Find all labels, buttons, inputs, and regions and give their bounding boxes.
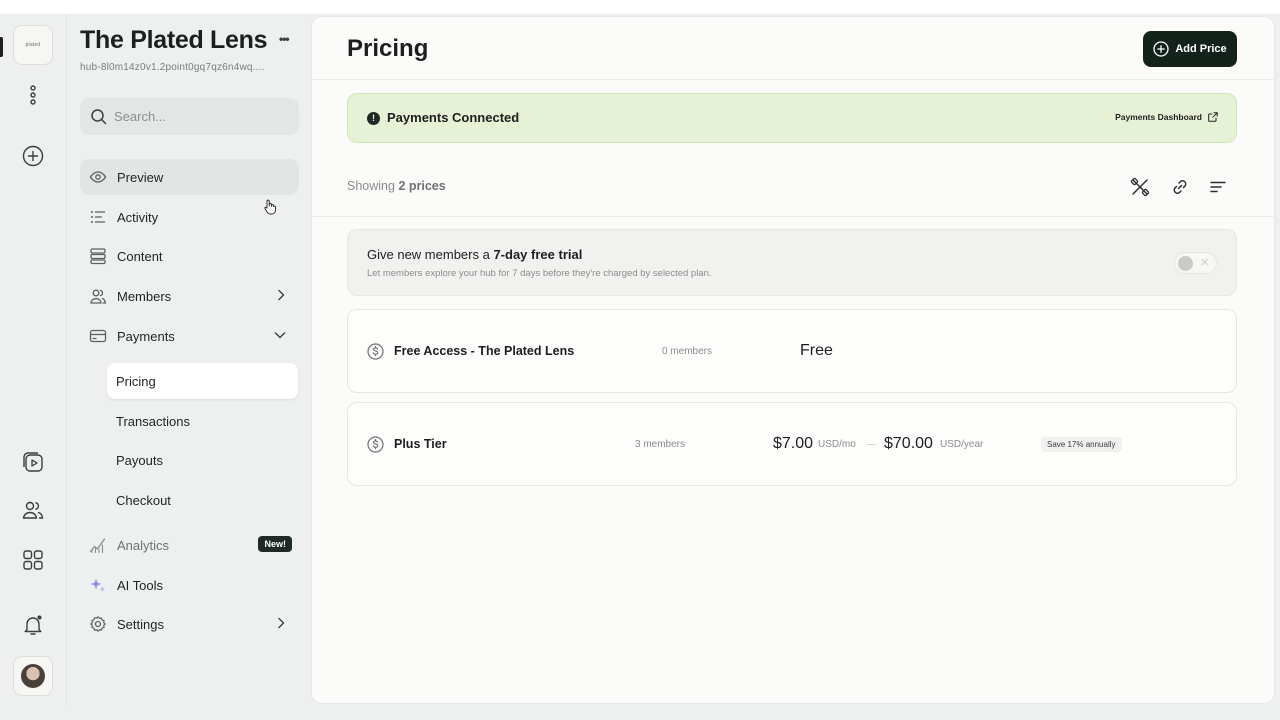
showing-prefix: Showing [347,179,395,193]
showing-count: 2 prices [398,179,446,193]
sparkle-icon [89,576,107,594]
nav-analytics-label: Analytics [117,537,170,553]
user-avatar[interactable] [13,656,53,696]
monthly-amount: $7.00 [773,435,814,452]
nav-ai-tools[interactable]: AI Tools [80,567,299,603]
avatar-image [21,664,45,688]
content-stack-icon [89,247,107,265]
add-price-label: Add Price [1175,43,1227,55]
yearly-amount: $70.00 [884,435,933,452]
window-top-strip [0,0,1280,14]
external-link-icon [1208,112,1218,122]
icon-rail: plated [0,14,67,706]
price-members: 3 members [635,439,686,450]
toggle-off-icon: ✕ [1200,257,1210,269]
main-header: Pricing Add Price [312,17,1274,80]
nav-pricing[interactable]: Pricing [107,363,298,399]
gear-icon [89,615,107,633]
yearly-unit: USD/year [940,439,984,450]
add-hub-icon[interactable] [17,140,49,172]
price-row[interactable]: Plus Tier 3 members $7.00 USD/mo $70.00 … [347,402,1237,486]
hub-logo-text: plated [25,42,41,48]
new-badge: New! [258,536,292,552]
link-icon[interactable] [1169,176,1191,198]
prices-toolbar: Showing 2 prices [312,157,1274,217]
members-icon [89,287,107,305]
dollar-circle-icon [367,343,384,360]
price-separator [867,444,876,445]
hub-id: hub-8l0m14z0v1.2point0gq7qz6n4wq.... [80,62,265,73]
nav-settings[interactable]: Settings [80,606,299,642]
nav-members-label: Members [117,288,172,304]
notifications-bell-icon[interactable] [17,609,49,641]
nav-checkout-label: Checkout [116,492,171,508]
page-title: Pricing [347,35,429,62]
nav-payments[interactable]: Payments [80,318,299,354]
nav-transactions[interactable]: Transactions [107,403,298,439]
monthly-unit: USD/mo [818,439,856,450]
price-name: Plus Tier [394,437,447,451]
sort-lines-icon[interactable] [1207,176,1229,198]
more-vertical-icon[interactable] [17,79,49,111]
nav-checkout[interactable]: Checkout [107,482,298,518]
nav-content-label: Content [117,248,163,264]
banner-label: Payments Connected [387,110,520,125]
toggle-knob [1178,256,1193,271]
nav-preview-label: Preview [117,169,164,185]
activity-list-icon [89,208,107,226]
nav-pricing-label: Pricing [116,373,156,389]
tools-icon[interactable] [1129,176,1151,198]
free-trial-title: Give new members a 7-day free trial [367,247,582,262]
nav-content[interactable]: Content [80,238,299,274]
nav-transactions-label: Transactions [116,413,190,429]
payments-dashboard-link[interactable]: Payments Dashboard [1115,112,1218,122]
prices-count: Showing 2 prices [347,179,446,193]
video-library-icon[interactable] [17,446,49,478]
price-name: Free Access - The Plated Lens [394,344,575,358]
nav-payments-label: Payments [117,328,175,344]
search-icon [91,109,107,125]
free-trial-card: Give new members a 7-day free trial Let … [347,229,1237,296]
hub-name: The Plated Lens [80,26,268,54]
hub-options-button[interactable]: ••• [279,32,290,46]
nav-analytics[interactable]: Analytics New! [80,527,299,563]
status-info-icon: ! [367,112,380,125]
chevron-down-icon [274,332,286,339]
active-hub-indicator [0,37,3,57]
price-row[interactable]: Free Access - The Plated Lens 0 members … [347,309,1237,393]
search-box [80,98,299,135]
hub-logo[interactable]: plated [13,25,53,65]
chevron-right-icon [278,617,285,629]
chevron-right-icon [278,289,285,301]
analytics-chart-icon [89,536,107,554]
price-amount: Free [800,342,833,359]
card-icon [89,327,107,345]
free-trial-title-bold: 7-day free trial [493,247,583,262]
price-members: 0 members [662,346,713,357]
save-badge: Save 17% annually [1041,437,1122,452]
search-input[interactable] [114,109,284,124]
hand-pointer-icon [264,199,276,215]
nav-preview[interactable]: Preview [80,159,299,195]
nav-members[interactable]: Members [80,278,299,314]
people-icon[interactable] [17,494,49,526]
free-trial-description: Let members explore your hub for 7 days … [367,268,712,279]
free-trial-title-prefix: Give new members a [367,247,490,262]
nav-payouts[interactable]: Payouts [107,442,298,478]
plus-circle-icon [1153,41,1169,57]
nav-ai-tools-label: AI Tools [117,577,164,593]
main-panel: Pricing Add Price ! Payments Connected P… [312,17,1274,703]
nav-payouts-label: Payouts [116,452,163,468]
payments-connected-banner: ! Payments Connected Payments Dashboard [347,93,1237,143]
dollar-circle-icon [367,436,384,453]
free-trial-toggle[interactable]: ✕ [1174,252,1217,274]
eye-icon [89,168,107,186]
nav-activity-label: Activity [117,209,159,225]
nav-settings-label: Settings [117,616,164,632]
sidebar: The Plated Lens ••• hub-8l0m14z0v1.2poin… [67,14,312,706]
payments-dashboard-label: Payments Dashboard [1115,112,1202,122]
apps-grid-icon[interactable] [17,544,49,576]
add-price-button[interactable]: Add Price [1143,31,1237,67]
